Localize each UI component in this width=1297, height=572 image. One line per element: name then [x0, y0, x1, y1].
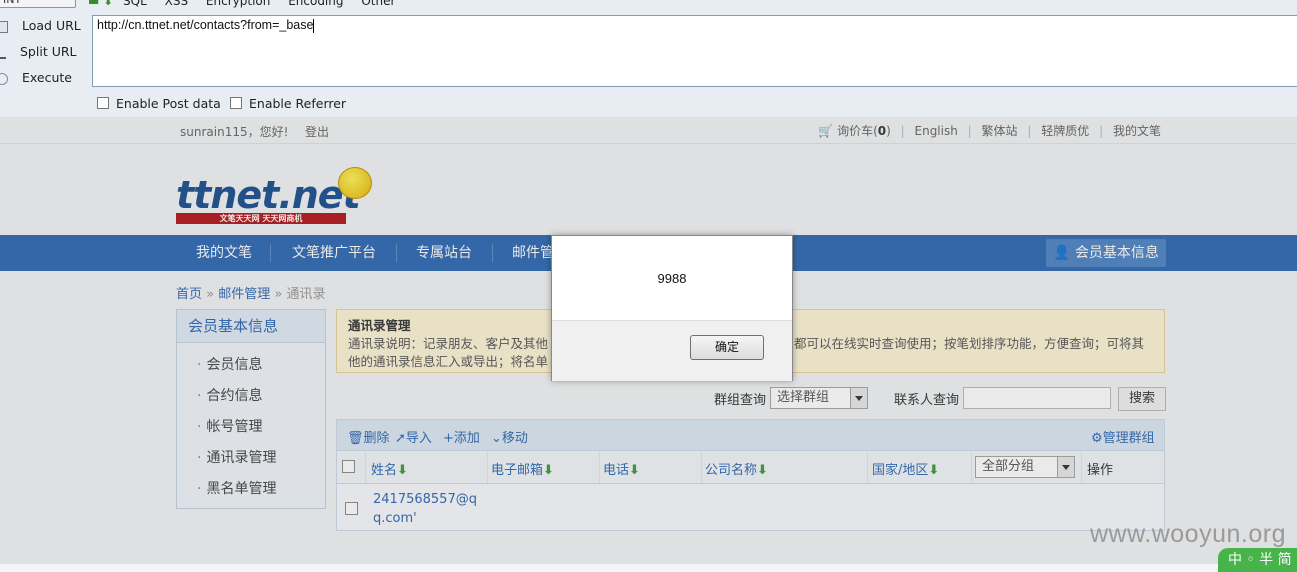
enable-post-checkbox[interactable]: Enable Post data: [97, 96, 221, 112]
menu-encoding[interactable]: Encoding: [288, 0, 343, 8]
ime-badge[interactable]: 中 ◦ 半 简: [1218, 548, 1297, 572]
hackbar-toolbar: INT ▬ ⬇ SQL XSS Encryption Encoding Othe…: [0, 0, 1297, 118]
hackbar-dropdown-button[interactable]: INT: [0, 0, 76, 8]
url-textarea[interactable]: http://cn.ttnet.net/contacts?from=_base: [92, 15, 1297, 87]
alert-message: 9988: [657, 271, 687, 286]
text-caret: [313, 18, 315, 33]
checkbox-icon: [97, 97, 109, 109]
alert-footer: 确定: [552, 320, 792, 381]
menu-encryption[interactable]: Encryption: [206, 0, 270, 8]
enable-referrer-checkbox[interactable]: Enable Referrer: [230, 96, 346, 112]
split-url-button[interactable]: Split URL: [0, 42, 77, 62]
menu-sql[interactable]: SQL: [123, 0, 147, 8]
ok-button[interactable]: 确定: [690, 335, 764, 360]
arrows-icon: ▬ ⬇: [88, 0, 114, 8]
alert-dialog: 9988 确定: [551, 235, 793, 381]
checkbox-icon: [230, 97, 242, 109]
menu-xss[interactable]: XSS: [165, 0, 188, 8]
load-url-icon: [0, 20, 8, 33]
execute-button[interactable]: Execute: [0, 68, 72, 88]
load-url-button[interactable]: Load URL: [0, 16, 81, 36]
menu-other[interactable]: Other: [361, 0, 395, 8]
watermark: www.wooyun.org: [1090, 520, 1286, 548]
execute-icon: [0, 72, 8, 85]
hackbar-menu: ▬ ⬇ SQL XSS Encryption Encoding Other: [88, 0, 409, 8]
split-url-icon: [0, 47, 6, 59]
